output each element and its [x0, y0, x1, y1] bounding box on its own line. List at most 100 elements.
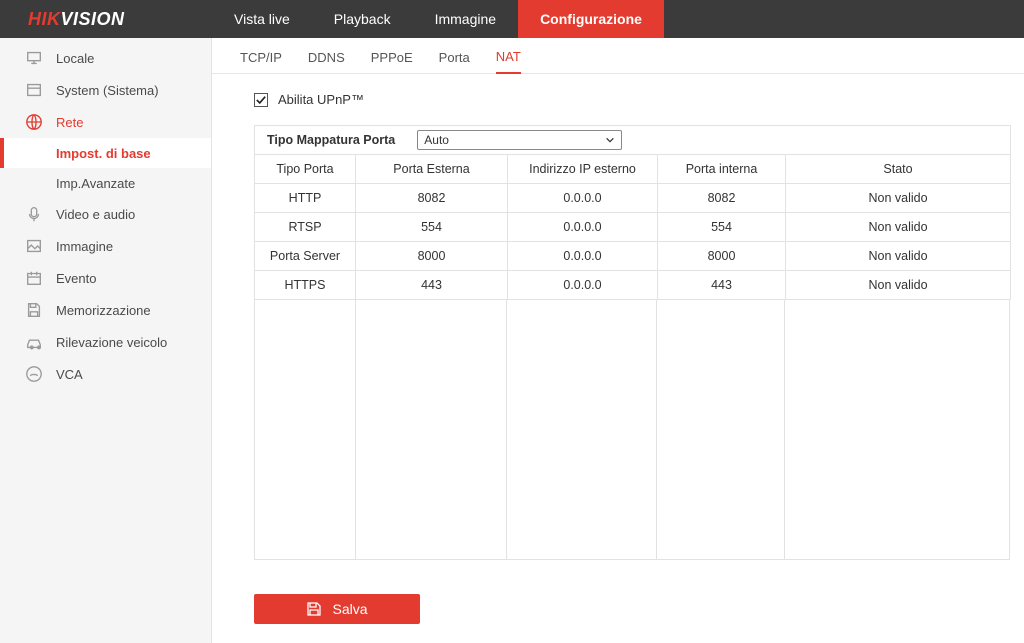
mic-icon	[25, 205, 43, 223]
save-label: Salva	[332, 601, 367, 617]
brand-logo: HIKVISION	[0, 0, 212, 38]
mapping-row: Tipo Mappatura Porta Auto	[255, 126, 1011, 155]
table-cell: 554	[658, 213, 786, 242]
sidebar-item-label: VCA	[56, 367, 83, 382]
sidebar-item[interactable]: VCA	[0, 358, 211, 390]
mapping-type-select[interactable]: Auto	[417, 130, 622, 150]
table-cell: 8082	[658, 184, 786, 213]
subtab[interactable]: TCP/IP	[240, 50, 282, 73]
table-cell: 0.0.0.0	[508, 242, 658, 271]
table-row[interactable]: HTTPS4430.0.0.0443Non valido	[255, 271, 1011, 300]
vca-icon	[25, 365, 43, 383]
calendar-icon	[25, 269, 43, 287]
sidebar-item[interactable]: Locale	[0, 42, 211, 74]
mic-icon	[24, 204, 44, 224]
col-header: Tipo Porta	[255, 155, 356, 184]
sidebar-item[interactable]: Video e audio	[0, 198, 211, 230]
sidebar-item-label: Locale	[56, 51, 94, 66]
table-cell: 8000	[658, 242, 786, 271]
table-cell: Non valido	[786, 213, 1011, 242]
sidebar-item-label: System (Sistema)	[56, 83, 159, 98]
sidebar-item[interactable]: Rilevazione veicolo	[0, 326, 211, 358]
calendar-icon	[24, 268, 44, 288]
window-icon	[24, 80, 44, 100]
vca-icon	[24, 364, 44, 384]
save-icon	[306, 601, 322, 617]
image-icon	[24, 236, 44, 256]
sidebar-item-label: Rilevazione veicolo	[56, 335, 167, 350]
top-nav: Vista livePlaybackImmagineConfigurazione	[212, 0, 664, 38]
topnav-item[interactable]: Configurazione	[518, 0, 664, 38]
table-row[interactable]: HTTP80820.0.0.08082Non valido	[255, 184, 1011, 213]
upnp-row: Abilita UPnP™	[254, 92, 1012, 107]
chevron-down-icon	[605, 135, 615, 145]
sidebar-item-label: Immagine	[56, 239, 113, 254]
table-cell: Non valido	[786, 271, 1011, 300]
save-icon	[25, 301, 43, 319]
nat-table-wrap: Tipo Mappatura PortaAutoTipo PortaPorta …	[254, 125, 1012, 560]
brand-part1: HIK	[28, 9, 61, 30]
table-cell: 554	[356, 213, 508, 242]
image-icon	[25, 237, 43, 255]
table-cell: Non valido	[786, 242, 1011, 271]
window-icon	[25, 81, 43, 99]
globe-icon	[25, 113, 43, 131]
col-header: Indirizzo IP esterno	[508, 155, 658, 184]
sidebar-item-label: Rete	[56, 115, 83, 130]
col-header: Porta interna	[658, 155, 786, 184]
table-cell: 443	[356, 271, 508, 300]
topnav-item[interactable]: Vista live	[212, 0, 312, 38]
topnav-item[interactable]: Playback	[312, 0, 413, 38]
table-cell: RTSP	[255, 213, 356, 242]
table-cell: 443	[658, 271, 786, 300]
sidebar-subitem[interactable]: Impost. di base	[0, 138, 211, 168]
main-panel: TCP/IP DDNS PPPoE Porta NAT Abilita UPnP™ Ti…	[212, 38, 1024, 643]
table-cell: 0.0.0.0	[508, 184, 658, 213]
mapping-type-value: Auto	[424, 133, 449, 147]
sidebar-item[interactable]: Rete	[0, 106, 211, 138]
nat-content: Abilita UPnP™ Tipo Mappatura PortaAutoTi…	[212, 74, 1024, 642]
sidebar-item[interactable]: Immagine	[0, 230, 211, 262]
upnp-checkbox[interactable]	[254, 93, 268, 107]
table-cell: 0.0.0.0	[508, 213, 658, 242]
subtab[interactable]: NAT	[496, 49, 521, 74]
car-icon	[24, 332, 44, 352]
monitor-icon	[24, 48, 44, 68]
mapping-type-label: Tipo Mappatura Porta	[267, 133, 395, 147]
monitor-icon	[25, 49, 43, 67]
upnp-label: Abilita UPnP™	[278, 92, 364, 107]
table-cell: Non valido	[786, 184, 1011, 213]
subtab[interactable]: PPPoE	[371, 50, 413, 73]
save-icon	[24, 300, 44, 320]
sidebar-item[interactable]: Memorizzazione	[0, 294, 211, 326]
table-row[interactable]: RTSP5540.0.0.0554Non valido	[255, 213, 1011, 242]
table-cell: 8082	[356, 184, 508, 213]
check-icon	[256, 95, 266, 105]
table-cell: HTTPS	[255, 271, 356, 300]
col-header: Stato	[786, 155, 1011, 184]
save-button[interactable]: Salva	[254, 594, 420, 624]
subtab[interactable]: DDNS	[308, 50, 345, 73]
table-cell: 0.0.0.0	[508, 271, 658, 300]
topbar: HIKVISION Vista livePlaybackImmagineConf…	[0, 0, 1024, 38]
sidebar-item-label: Evento	[56, 271, 96, 286]
sidebar-item[interactable]: Evento	[0, 262, 211, 294]
sidebar-item-label: Memorizzazione	[56, 303, 151, 318]
topnav-item[interactable]: Immagine	[413, 0, 518, 38]
table-cell: 8000	[356, 242, 508, 271]
table-row[interactable]: Porta Server80000.0.0.08000Non valido	[255, 242, 1011, 271]
col-header: Porta Esterna	[356, 155, 508, 184]
car-icon	[25, 333, 43, 351]
sidebar-subitem[interactable]: Imp.Avanzate	[0, 168, 211, 198]
sidebar-item-label: Video e audio	[56, 207, 135, 222]
subtab[interactable]: Porta	[439, 50, 470, 73]
table-cell: Porta Server	[255, 242, 356, 271]
nat-table-empty-area	[254, 300, 1010, 560]
globe-icon	[24, 112, 44, 132]
subtabs: TCP/IP DDNS PPPoE Porta NAT	[212, 38, 1024, 74]
table-cell: HTTP	[255, 184, 356, 213]
brand-part2: VISION	[61, 9, 125, 30]
nat-table: Tipo Mappatura PortaAutoTipo PortaPorta …	[254, 125, 1011, 300]
sidebar: Locale System (Sistema) Rete Impost. di bas…	[0, 38, 212, 643]
sidebar-item[interactable]: System (Sistema)	[0, 74, 211, 106]
